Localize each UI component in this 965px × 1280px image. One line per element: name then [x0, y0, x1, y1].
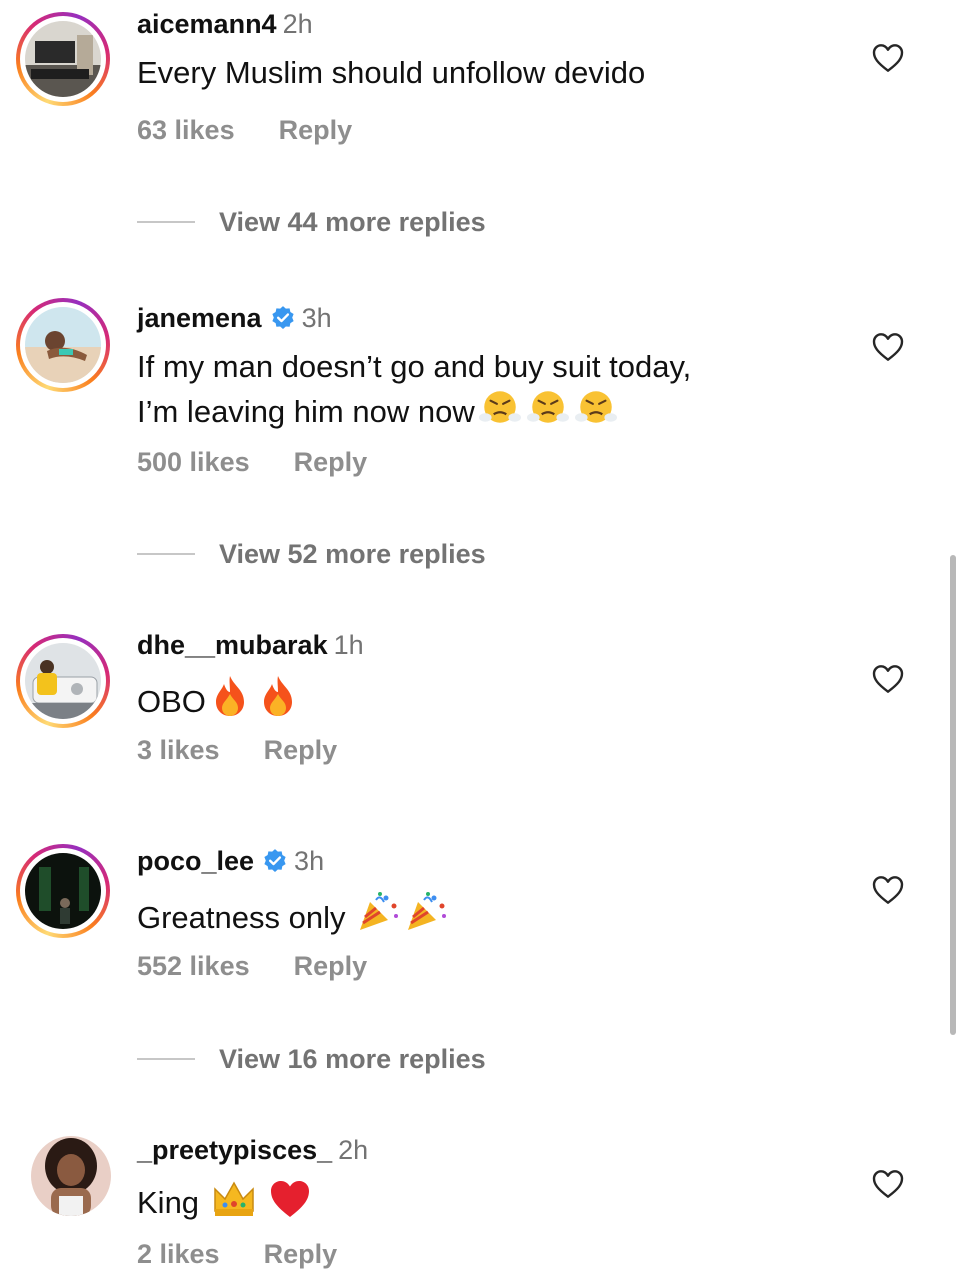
likes-count[interactable]: 500 likes [137, 447, 250, 477]
username[interactable]: dhe__mubarak [137, 630, 328, 660]
comment-text-line: OBO [137, 674, 298, 721]
comment-header: dhe__mubarak 1h [137, 629, 364, 661]
verified-badge-icon [271, 306, 294, 330]
avatar [31, 1136, 111, 1216]
comment-meta: 500 likes Reply [137, 446, 367, 478]
reply-button[interactable]: Reply [279, 115, 353, 145]
timestamp: 3h [301, 303, 332, 333]
comment-text: OBO [137, 684, 206, 719]
comment-text-continued: I’m leaving him now now [137, 394, 475, 429]
red-heart-emoji [271, 1181, 310, 1217]
crown-emoji [214, 1181, 254, 1216]
comment-header: aicemann4 2h [137, 8, 313, 40]
comment-meta: 63 likes Reply [137, 114, 352, 146]
reply-button[interactable]: Reply [264, 735, 338, 765]
view-more-replies-label: View 44 more replies [219, 206, 486, 237]
verified-badge-icon [264, 849, 286, 873]
likes-count[interactable]: 2 likes [137, 1239, 220, 1269]
likes-count[interactable]: 63 likes [137, 115, 235, 145]
story-ring[interactable] [16, 298, 110, 392]
view-more-replies[interactable]: View 16 more replies [137, 1042, 486, 1076]
timestamp: 3h [294, 846, 325, 876]
timestamp: 2h [338, 1135, 369, 1165]
comment-header: janemena 3h [137, 302, 332, 334]
story-ring[interactable] [16, 634, 110, 728]
avatar [25, 643, 101, 719]
username[interactable]: _preetypisces_ [137, 1135, 332, 1165]
heart-outline-icon[interactable] [872, 875, 904, 905]
face-with-steam-emoji [574, 391, 617, 423]
view-more-replies-label: View 52 more replies [219, 538, 486, 569]
timestamp: 1h [333, 630, 364, 660]
reply-button[interactable]: Reply [294, 951, 368, 981]
likes-count[interactable]: 552 likes [137, 951, 250, 981]
heart-outline-icon[interactable] [872, 332, 904, 362]
avatar [25, 21, 101, 97]
face-with-steam-emoji [526, 391, 569, 423]
divider [137, 221, 195, 223]
username[interactable]: poco_lee [137, 846, 254, 876]
fire-emoji [215, 676, 244, 716]
comment-text-line: King [137, 1179, 311, 1222]
story-ring[interactable] [16, 12, 110, 106]
comment-text-line: Greatness only [137, 890, 448, 937]
heart-outline-icon[interactable] [872, 1169, 904, 1199]
comment-meta: 552 likes Reply [137, 950, 367, 982]
reply-button[interactable]: Reply [294, 447, 368, 477]
comment-text: King [137, 1185, 200, 1220]
party-popper-emoji [407, 892, 446, 930]
comment-header: _preetypisces_ 2h [137, 1134, 368, 1166]
divider [137, 1058, 195, 1060]
fire-emoji [263, 676, 292, 716]
avatar [25, 853, 101, 929]
face-with-steam-emoji [478, 391, 521, 423]
scrollbar-thumb[interactable] [950, 555, 956, 1035]
comment-meta: 3 likes Reply [137, 734, 337, 766]
comment-text-line-2: I’m leaving him now now [137, 386, 617, 431]
comment-text: Greatness only [137, 900, 346, 935]
reply-button[interactable]: Reply [264, 1239, 338, 1269]
username[interactable]: janemena [137, 303, 262, 333]
timestamp: 2h [282, 9, 313, 39]
heart-outline-icon[interactable] [872, 664, 904, 694]
comment-header: poco_lee 3h [137, 845, 324, 877]
heart-outline-icon[interactable] [872, 43, 904, 73]
comment-text: Every Muslim should unfollow devido [137, 55, 646, 90]
comment-text: If my man doesn’t go and buy suit today, [137, 349, 692, 384]
avatar [25, 307, 101, 383]
story-ring[interactable] [16, 844, 110, 938]
comment-meta: 2 likes Reply [137, 1238, 337, 1270]
party-popper-emoji [359, 892, 398, 930]
view-more-replies-label: View 16 more replies [219, 1043, 486, 1074]
avatar-wrapper[interactable] [28, 1133, 114, 1219]
divider [137, 553, 195, 555]
view-more-replies[interactable]: View 52 more replies [137, 537, 486, 571]
view-more-replies[interactable]: View 44 more replies [137, 205, 486, 239]
username[interactable]: aicemann4 [137, 9, 277, 39]
likes-count[interactable]: 3 likes [137, 735, 220, 765]
